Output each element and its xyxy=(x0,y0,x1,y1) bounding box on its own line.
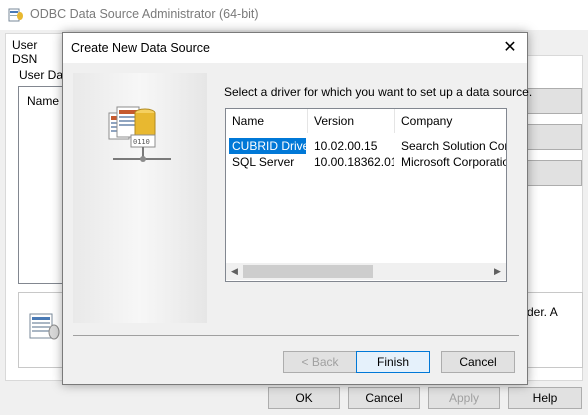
dialog-title: Create New Data Source xyxy=(71,41,210,55)
scroll-left-icon[interactable]: ◀ xyxy=(226,263,243,280)
dialog-separator xyxy=(73,335,519,336)
svg-text:0110: 0110 xyxy=(133,138,150,146)
apply-button: Apply xyxy=(428,387,500,409)
finish-button[interactable]: Finish xyxy=(356,351,430,373)
odbc-admin-icon xyxy=(8,8,23,22)
driver-row-name[interactable]: CUBRID Driver xyxy=(229,138,306,154)
configure-dsn-button[interactable] xyxy=(520,160,582,186)
driver-row-version[interactable]: 10.02.00.15 xyxy=(314,138,394,154)
column-header-company[interactable]: Company xyxy=(395,109,506,133)
scrollbar-thumb[interactable] xyxy=(243,265,373,278)
close-icon[interactable]: ✕ xyxy=(499,37,521,59)
driver-list[interactable]: Name Version Company CUBRID Driver 10.02… xyxy=(225,108,507,282)
driver-row-version[interactable]: 10.00.18362.01 xyxy=(314,154,394,170)
back-button: < Back xyxy=(283,351,357,373)
dialog-cancel-button[interactable]: Cancel xyxy=(441,351,515,373)
tab-user-dsn[interactable]: User DSN xyxy=(5,33,65,66)
user-dsn-list-header-name[interactable]: Name xyxy=(27,94,59,108)
driver-row-company[interactable]: Microsoft Corporation xyxy=(401,154,506,170)
odbc-info-icon xyxy=(29,313,60,340)
scroll-right-icon[interactable]: ▶ xyxy=(489,263,506,280)
driver-row-name[interactable]: SQL Server xyxy=(229,154,306,170)
column-header-name[interactable]: Name xyxy=(226,109,308,133)
cancel-button[interactable]: Cancel xyxy=(348,387,420,409)
info-text: der. A xyxy=(527,305,558,319)
column-header-version[interactable]: Version xyxy=(308,109,395,133)
horizontal-scrollbar[interactable]: ◀ ▶ xyxy=(226,263,506,280)
remove-dsn-button[interactable] xyxy=(520,124,582,150)
driver-row-company[interactable]: Search Solution Corporation xyxy=(401,138,506,154)
create-new-data-source-dialog: Create New Data Source ✕ 0110 Select a d… xyxy=(62,32,532,385)
parent-window-title: ODBC Data Source Administrator (64-bit) xyxy=(30,7,259,21)
help-button[interactable]: Help xyxy=(508,387,582,409)
instruction-text: Select a driver for which you want to se… xyxy=(224,85,533,99)
user-dsn-list[interactable] xyxy=(18,86,68,284)
tab-user-dsn-label: User DSN xyxy=(12,38,38,66)
database-driver-icon: 0110 xyxy=(108,106,171,162)
ok-button[interactable]: OK xyxy=(268,387,340,409)
